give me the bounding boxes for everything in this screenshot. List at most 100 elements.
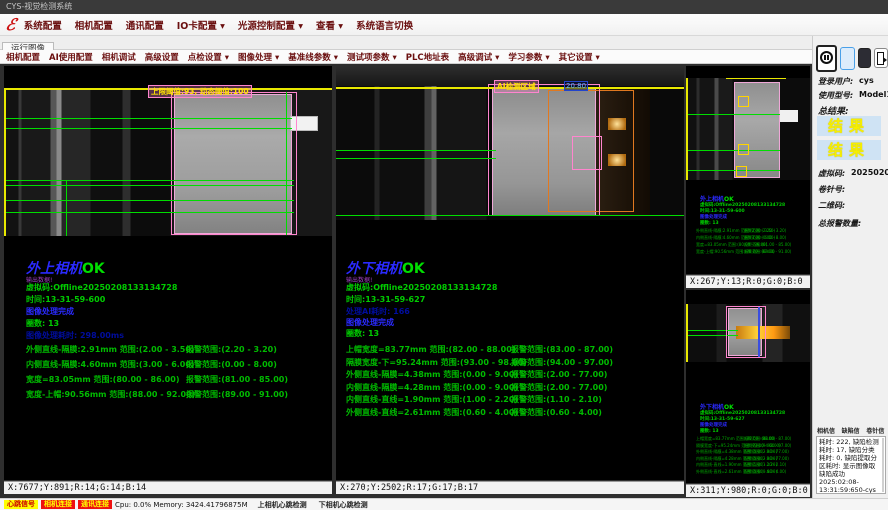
mid-coords-bar: X:270;Y:2502;R:17;G:17;B:17 bbox=[336, 481, 684, 494]
menu-item[interactable]: 查看 ▾ bbox=[316, 18, 343, 32]
alarm-range: 报警范围:(2.00 - 77.00) bbox=[511, 369, 607, 380]
menu-item[interactable]: 通讯配置 bbox=[126, 18, 164, 32]
toolbar-item[interactable]: 基准线参数 ▾ bbox=[288, 51, 338, 63]
threshold-overlay-label: 上限阈值:93, 动态阈值:100 bbox=[148, 85, 252, 98]
mid-camera-photo: AI检测区域 20.80 bbox=[336, 66, 684, 220]
battery-tab-image bbox=[780, 110, 798, 122]
exit-button[interactable] bbox=[874, 48, 888, 68]
time-line: 时间:13-31-59-627 bbox=[346, 294, 425, 305]
measure-value-tag: 20.80 bbox=[564, 81, 588, 91]
toolbar-item[interactable]: 相机配置 bbox=[6, 51, 40, 63]
mini-count: 圈数: 13 bbox=[700, 428, 719, 434]
toolbar-item[interactable]: 学习参数 ▾ bbox=[508, 51, 549, 63]
pin-number-label: 卷针号: bbox=[818, 184, 845, 195]
baseline-yellow-vertical bbox=[4, 88, 6, 236]
time-line: 时间:13-31-59-600 bbox=[26, 294, 105, 305]
measure-value: 外侧直线-隔膜=4.38mm 范围:(0.00 - 9.00) bbox=[346, 369, 518, 380]
measure-value: 内侧直线-隔膜:4.60mm 范围:(3.00 - 6.00) bbox=[26, 359, 195, 370]
measurement-row: 内侧直线-隔膜=4.28mm 范围:(0.00 - 9.00) 报警范围:(2.… bbox=[346, 382, 676, 395]
measurement-row: 外侧直线-直线=2.61mm 范围:(0.60 - 4.00) 报警范围:(0.… bbox=[346, 407, 676, 420]
model-value: Model1 bbox=[859, 90, 888, 99]
right-sidebar: 登录用户: cys 使用型号: Model1 总结果: 结果 结果 虚拟码: 2… bbox=[812, 36, 888, 510]
menu-item[interactable]: IO卡配置 ▾ bbox=[177, 18, 225, 32]
toolbar-item[interactable]: AI使用配置 bbox=[49, 51, 93, 63]
camera-connection-badge: 相机连接 bbox=[41, 500, 75, 509]
measurement-row: 宽度-上帽:90.56mm 范围:(88.00 - 92.00) 报警范围:(8… bbox=[26, 389, 326, 404]
result-ok: OK bbox=[82, 261, 105, 277]
measure-line bbox=[336, 150, 496, 151]
left-coords-bar: X:7677;Y:891;R:14;G:14;B:14 bbox=[4, 481, 332, 494]
log-textarea[interactable]: 耗时: 222, 缺陷检测耗时: 17, 缺陷分类耗时: 0, 缺陷提取分区耗时… bbox=[816, 436, 886, 494]
toolbar: 相机配置 AI使用配置相机调试高级设置点检设置 ▾ 图像处理 ▾ 基准线参数 ▾ 测试项… bbox=[0, 50, 812, 64]
mini-measurement-row: 内侧直线-隔膜:4.60mm 范围:(3.00 - 6.00) 报警范围:(0.… bbox=[696, 235, 808, 242]
measure-line bbox=[686, 170, 780, 171]
measurement-row: 上帽宽度=83.77mm 范围:(82.00 - 88.00) 报警范围:(83… bbox=[346, 344, 676, 357]
barcode-line: 虚拟码:Offline20250208133134728 bbox=[346, 282, 497, 293]
user-login-button[interactable] bbox=[840, 47, 855, 70]
heartbeat-badge: 心跳信号 bbox=[4, 500, 38, 509]
roi-rect-pink bbox=[726, 306, 766, 358]
left-camera-view[interactable]: 上限阈值:93, 动态阈值:100 外上相机OK 输出数据! 虚拟码:Offli… bbox=[4, 66, 332, 480]
baseline-yellow-vertical bbox=[686, 78, 688, 180]
alarm-range: 报警范围:(94.00 - 97.00) bbox=[511, 357, 613, 368]
measure-line bbox=[686, 114, 780, 115]
left-camera-photo bbox=[4, 88, 332, 236]
small-top-camera-view[interactable]: 外上相机OK 虚拟码:Offline20250208133134728 时间:1… bbox=[686, 66, 810, 274]
menu-item[interactable]: 光源控制配置 ▾ bbox=[238, 18, 303, 32]
login-user-label: 登录用户: bbox=[818, 76, 853, 87]
alarm-range: 报警范围:(1.10 - 2.10) bbox=[511, 394, 602, 405]
process-done-line: 图像处理完成 bbox=[26, 306, 74, 317]
alarm-range: 报警范围:(81.00 - 85.00) bbox=[186, 374, 288, 385]
measure-line bbox=[4, 185, 294, 186]
operator-button[interactable] bbox=[858, 48, 871, 68]
roi-rect-pink bbox=[171, 92, 297, 235]
alarm-range: 报警范围:(89.00 - 91.00) bbox=[186, 389, 288, 400]
menu-item[interactable]: 系统语言切换 bbox=[356, 18, 413, 32]
result-ok: OK bbox=[402, 261, 425, 277]
small-bottom-camera-view[interactable]: 外下相机OK 虚拟码:Offline20250208133134728 时间:1… bbox=[686, 290, 810, 483]
measure-line bbox=[336, 215, 684, 216]
model-label: 使用型号: bbox=[818, 90, 853, 101]
toolbar-item[interactable]: 其它设置 ▾ bbox=[559, 51, 600, 63]
measurement-row: 隔膜宽度-下=95.24mm 范围:(93.00 - 98.00) 报警范围:(… bbox=[346, 357, 676, 370]
count-line: 圈数: 13 bbox=[346, 328, 379, 339]
toolbar-item[interactable]: 点检设置 ▾ bbox=[188, 51, 229, 63]
toolbar-item[interactable]: 相机调试 bbox=[102, 51, 136, 63]
toolbar-item[interactable]: 高级调试 ▾ bbox=[458, 51, 499, 63]
toolbar-item[interactable]: PLC地址表 bbox=[406, 51, 449, 63]
barcode-label: 虚拟码: bbox=[818, 168, 845, 179]
window-title: CYS-视觉检测系统 bbox=[6, 2, 72, 11]
mini-measurement-row: 外侧直线-隔膜:2.91mm 范围:(2.00 - 3.50) 报警范围:(2.… bbox=[696, 228, 808, 235]
ai-region-label: AI检测区域 bbox=[494, 80, 539, 93]
alarm-range: 报警范围:(0.00 - 8.00) bbox=[186, 359, 277, 370]
baseline-yellow-vertical bbox=[686, 304, 688, 362]
app-logo-icon: ℰ bbox=[4, 15, 18, 34]
menu-item[interactable]: 系统配置 bbox=[24, 18, 62, 32]
measurement-row: 内侧直线-直线=1.90mm 范围:(1.00 - 2.20) 报警范围:(1.… bbox=[346, 394, 676, 407]
toolbar-item[interactable]: 图像处理 ▾ bbox=[238, 51, 279, 63]
app-window: CYS-视觉检测系统 ℰ 系统配置相机配置通讯配置IO卡配置 ▾光源控制配置 ▾… bbox=[0, 0, 888, 522]
alarm-range: 报警范围:(83.00 - 87.00) bbox=[511, 344, 613, 355]
pause-button[interactable] bbox=[816, 45, 837, 72]
toolbar-item[interactable]: 高级设置 bbox=[145, 51, 179, 63]
log-scrollbar[interactable] bbox=[882, 438, 884, 492]
menu-item[interactable]: 相机配置 bbox=[75, 18, 113, 32]
measure-line bbox=[686, 150, 780, 151]
measure-value: 上帽宽度=83.77mm 范围:(82.00 - 88.00) bbox=[346, 344, 515, 355]
alarm-range: 报警范围:(2.00 - 77.00) bbox=[511, 382, 607, 393]
toolbar-item[interactable]: 测试项参数 ▾ bbox=[347, 51, 397, 63]
mini-measurement-row: 宽度-上帽:90.56mm 范围:(88.00 - 92.00) 报警范围:(8… bbox=[696, 249, 808, 256]
measure-line bbox=[4, 128, 292, 129]
measure-line bbox=[4, 212, 294, 213]
measure-value: 隔膜宽度-下=95.24mm 范围:(93.00 - 98.00) bbox=[346, 357, 527, 368]
upper-camera-heartbeat-check[interactable]: 上相机心跳检测 bbox=[258, 500, 307, 510]
result-box-lower: 结果 bbox=[817, 140, 881, 160]
titlebar: CYS-视觉检测系统 bbox=[0, 0, 888, 14]
mid-camera-view[interactable]: AI检测区域 20.80 外下相机OK 输出数据! 虚拟码:Offline202… bbox=[336, 66, 684, 480]
mini-count: 圈数: 13 bbox=[700, 220, 719, 226]
process-done-line: 图像处理完成 bbox=[346, 317, 394, 328]
menu-items: 系统配置相机配置通讯配置 IO卡配置 ▾ 光源控制配置 ▾ 查看 ▾ 系统语言切换 bbox=[24, 18, 426, 32]
measure-line bbox=[4, 180, 294, 181]
lower-camera-heartbeat-check[interactable]: 下相机心跳检测 bbox=[319, 500, 368, 510]
tab-row: 运行图像 bbox=[0, 36, 812, 50]
